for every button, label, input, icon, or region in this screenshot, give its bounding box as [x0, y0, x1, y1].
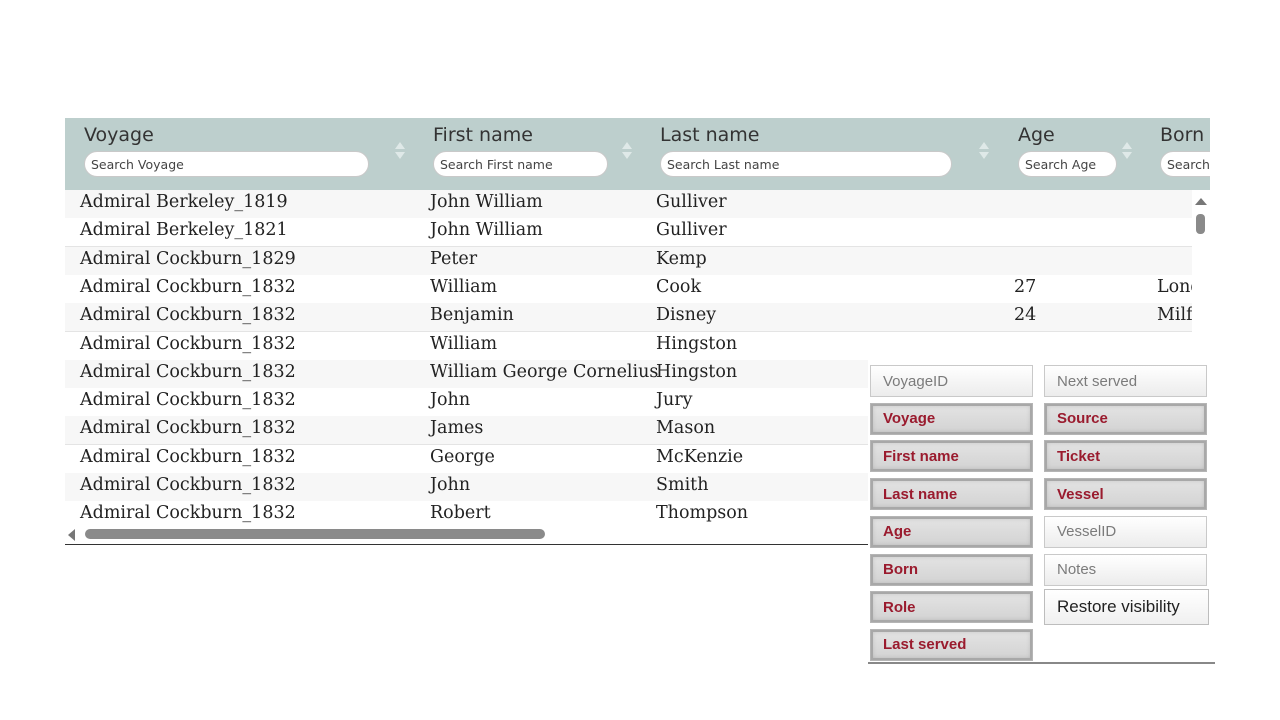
toggle-column-next-served-button[interactable]: Next served: [1044, 365, 1207, 397]
table-row[interactable]: Admiral Berkeley_1821 John William Gullive…: [65, 218, 1192, 248]
toggle-column-vesselid-button[interactable]: VesselID: [1044, 515, 1207, 548]
sort-age-icon[interactable]: [1122, 142, 1132, 162]
cell-born: Milford: [1157, 305, 1192, 326]
toggle-column-voyage-button[interactable]: Voyage: [870, 402, 1033, 435]
table-row[interactable]: Admiral Cockburn_1832 Benjamin Disney 24 Mil…: [65, 303, 1192, 333]
cell-first: John: [430, 390, 471, 411]
cell-voyage: Admiral Cockburn_1832: [80, 418, 296, 439]
cell-last: Gulliver: [656, 192, 727, 212]
table-header: Voyage First name Last name Age Born: [65, 118, 1210, 191]
sort-last-name-icon[interactable]: [979, 142, 989, 162]
search-voyage-input[interactable]: [84, 151, 369, 177]
cell-voyage: Admiral Berkeley_1819: [80, 192, 288, 212]
cell-first: Benjamin: [430, 305, 514, 326]
cell-last: Mason: [656, 418, 716, 439]
scroll-left-icon[interactable]: [68, 529, 75, 541]
toggle-column-ticket-button[interactable]: Ticket: [1044, 440, 1207, 473]
cell-voyage: Admiral Cockburn_1832: [80, 503, 296, 524]
column-header-born[interactable]: Born: [1137, 118, 1210, 190]
horizontal-scroll-thumb[interactable]: [85, 529, 545, 539]
toggle-column-born-button[interactable]: Born: [870, 553, 1033, 586]
table-row[interactable]: Admiral Cockburn_1832 William Hingston: [65, 331, 1192, 361]
toggle-column-last-served-button[interactable]: Last served: [870, 628, 1033, 661]
column-header-age[interactable]: Age: [995, 118, 1137, 190]
cell-voyage: Admiral Cockburn_1832: [80, 333, 296, 354]
cell-first: George: [430, 446, 495, 467]
cell-last: Disney: [656, 305, 717, 326]
cell-first: William: [430, 276, 498, 297]
search-born-input[interactable]: [1160, 151, 1210, 177]
toggle-column-last-name-button[interactable]: Last name: [870, 478, 1033, 511]
cell-last: Jury: [656, 390, 693, 411]
column-visibility-panel: VoyageID Next served Voyage Source First nam…: [868, 359, 1215, 664]
cell-voyage: Admiral Cockburn_1832: [80, 361, 296, 382]
cell-first: James: [430, 418, 484, 439]
column-label-first-name: First name: [433, 124, 533, 146]
sort-voyage-icon[interactable]: [395, 142, 405, 162]
toggle-column-role-button[interactable]: Role: [870, 591, 1033, 624]
cell-last: Thompson: [656, 503, 749, 524]
table-row[interactable]: Admiral Cockburn_1832 William Cook 27 London: [65, 274, 1192, 304]
toggle-column-source-button[interactable]: Source: [1044, 402, 1207, 435]
search-first-name-input[interactable]: [433, 151, 608, 177]
cell-voyage: Admiral Cockburn_1829: [80, 248, 296, 269]
cell-last: Hingston: [656, 361, 738, 382]
cell-voyage: Admiral Berkeley_1821: [80, 220, 288, 241]
cell-first: Peter: [430, 248, 478, 269]
cell-first: John William: [430, 192, 543, 212]
column-header-last-name[interactable]: Last name: [637, 118, 995, 190]
column-header-first-name[interactable]: First name: [410, 118, 637, 190]
cell-last: Hingston: [656, 333, 738, 354]
cell-voyage: Admiral Cockburn_1832: [80, 446, 296, 467]
cell-voyage: Admiral Cockburn_1832: [80, 276, 296, 297]
column-label-age: Age: [1018, 124, 1055, 146]
scroll-up-icon[interactable]: [1195, 198, 1207, 205]
restore-visibility-button[interactable]: Restore visibility: [1044, 589, 1209, 626]
vertical-scroll-thumb[interactable]: [1196, 214, 1205, 234]
cell-last: Gulliver: [656, 220, 727, 241]
cell-voyage: Admiral Cockburn_1832: [80, 390, 296, 411]
column-header-voyage[interactable]: Voyage: [65, 118, 410, 190]
toggle-column-voyageid-button[interactable]: VoyageID: [870, 365, 1033, 397]
table-row[interactable]: Admiral Berkeley_1819 John William Gullive…: [65, 190, 1192, 219]
toggle-column-notes-button[interactable]: Notes: [1044, 553, 1207, 586]
table-row[interactable]: Admiral Cockburn_1829 Peter Kemp: [65, 246, 1192, 276]
column-label-voyage: Voyage: [84, 124, 154, 146]
cell-voyage: Admiral Cockburn_1832: [80, 475, 296, 495]
toggle-column-age-button[interactable]: Age: [870, 515, 1033, 548]
cell-last: Cook: [656, 276, 702, 297]
column-label-born: Born: [1160, 124, 1205, 146]
toggle-column-vessel-button[interactable]: Vessel: [1044, 478, 1207, 511]
cell-last: Kemp: [656, 248, 707, 269]
cell-voyage: Admiral Cockburn_1832: [80, 305, 296, 326]
cell-first: William George Cornelius: [430, 361, 659, 382]
column-label-last-name: Last name: [660, 124, 760, 146]
cell-age: 24: [1014, 305, 1037, 326]
cell-first: William: [430, 333, 498, 354]
cell-born: London: [1157, 276, 1192, 297]
cell-first: John William: [430, 220, 543, 241]
cell-last: McKenzie: [656, 446, 744, 467]
sort-first-name-icon[interactable]: [622, 142, 632, 162]
cell-first: Robert: [430, 503, 491, 524]
cell-first: John: [430, 475, 471, 495]
search-age-input[interactable]: [1018, 151, 1117, 177]
search-last-name-input[interactable]: [660, 151, 952, 177]
toggle-column-first-name-button[interactable]: First name: [870, 440, 1033, 473]
cell-age: 27: [1014, 276, 1037, 297]
cell-last: Smith: [656, 475, 709, 495]
